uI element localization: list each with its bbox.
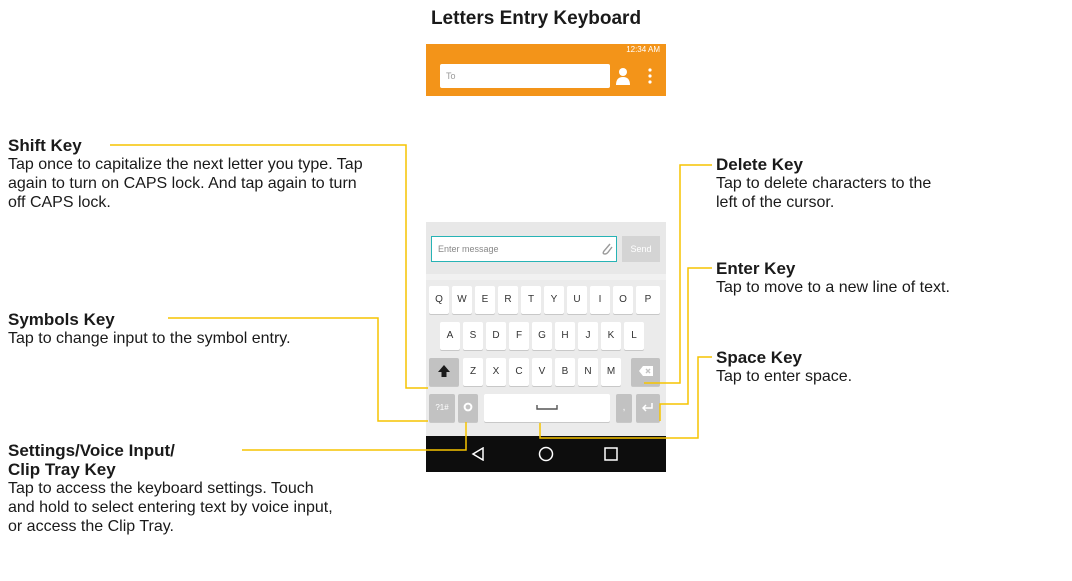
shift-key-description: Tap once to capitalize the next letter y… <box>8 156 363 211</box>
space-key-title: Space Key <box>716 348 802 367</box>
enter-key-description: Tap to move to a new line of text. <box>716 279 950 296</box>
settings-key-label: Settings/Voice Input/ Clip Tray Key Tap … <box>8 441 408 536</box>
shift-key-label: Shift Key Tap once to capitalize the nex… <box>8 136 403 212</box>
space-callout-line <box>539 356 712 439</box>
settings-key-title-2: Clip Tray Key <box>8 460 116 479</box>
settings-key-title-1: Settings/Voice Input/ <box>8 441 175 460</box>
delete-callout-line <box>644 164 712 384</box>
delete-key-description: Tap to delete characters to the left of … <box>716 175 932 211</box>
delete-key-title: Delete Key <box>716 155 803 174</box>
space-key-label: Space Key Tap to enter space. <box>716 348 1016 386</box>
enter-callout-line <box>659 267 712 421</box>
delete-key-label: Delete Key Tap to delete characters to t… <box>716 155 936 212</box>
symbols-key-label: Symbols Key Tap to change input to the s… <box>8 310 378 348</box>
symbols-key-title: Symbols Key <box>8 310 115 329</box>
shift-key-title: Shift Key <box>8 136 82 155</box>
settings-key-description: Tap to access the keyboard settings. Tou… <box>8 480 333 535</box>
symbols-key-description: Tap to change input to the symbol entry. <box>8 330 291 347</box>
enter-key-title: Enter Key <box>716 259 796 278</box>
enter-key-label: Enter Key Tap to move to a new line of t… <box>716 259 1068 297</box>
space-key-description: Tap to enter space. <box>716 368 853 385</box>
